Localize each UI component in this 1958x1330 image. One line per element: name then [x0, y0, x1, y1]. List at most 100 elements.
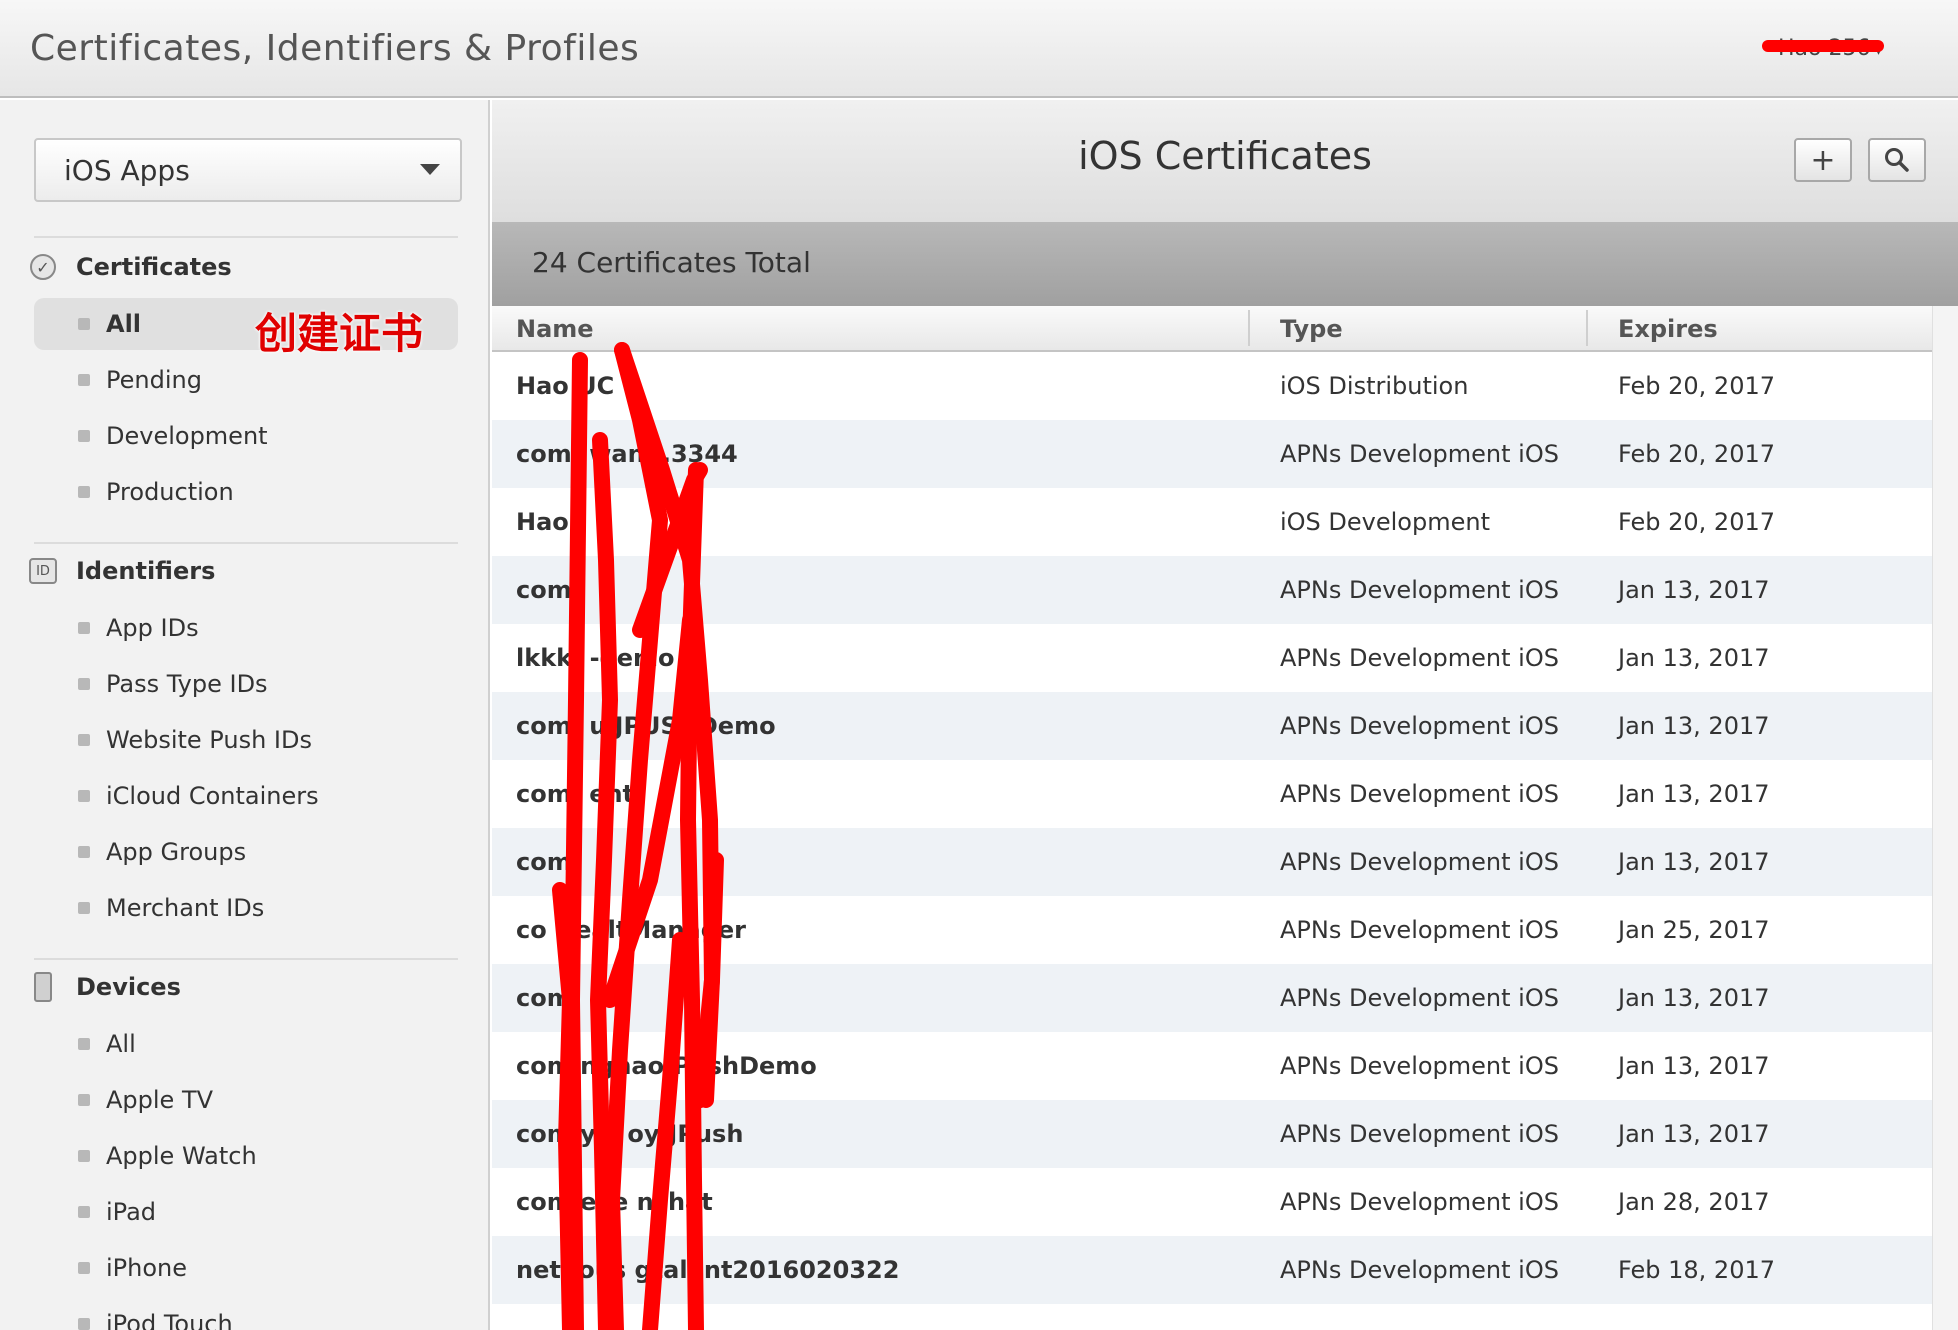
sidebar-item-label: Pass Type IDs	[106, 670, 268, 698]
cell-name: com.	[516, 848, 581, 876]
sidebar-item-app-ids[interactable]: App IDs	[34, 602, 458, 654]
main-content: iOS Certificates + 24 Certificates Total…	[492, 100, 1958, 1330]
cell-expires: Jan 13, 2017	[1618, 644, 1770, 672]
sidebar-item-pending[interactable]: Pending	[34, 354, 458, 406]
sidebar-item-label: App Groups	[106, 838, 247, 866]
cell-expires: Jan 13, 2017	[1618, 1120, 1770, 1148]
bullet-icon	[78, 734, 90, 746]
sidebar-item-apple-tv[interactable]: Apple TV	[34, 1074, 458, 1126]
sidebar-item-label: Development	[106, 422, 268, 450]
cell-name: com y.T oyJJPush	[516, 1120, 744, 1148]
bullet-icon	[78, 846, 90, 858]
sidebar-item-label: Website Push IDs	[106, 726, 312, 754]
table-row[interactable]: co HealtManager APNs Development iOS Jan 2…	[492, 896, 1932, 964]
sidebar-item-production[interactable]: Production	[34, 466, 458, 518]
scrollbar[interactable]	[1932, 306, 1958, 1330]
table-row[interactable]: com. APNs Development iOS Jan 13, 2017	[492, 556, 1932, 624]
cell-expires: Jan 13, 2017	[1618, 848, 1770, 876]
cell-type: APNs Development iOS	[1280, 1188, 1559, 1216]
cell-expires: Jan 13, 2017	[1618, 1052, 1770, 1080]
sidebar-item-apple-watch[interactable]: Apple Watch	[34, 1130, 458, 1182]
cell-expires: Jan 25, 2017	[1618, 916, 1770, 944]
bullet-icon	[78, 374, 90, 386]
top-bar: Certificates, Identifiers & Profiles Hao…	[0, 0, 1958, 98]
sidebar-item-merchant-ids[interactable]: Merchant IDs	[34, 882, 458, 934]
id-icon: ID	[28, 556, 58, 586]
cell-expires: Feb 18, 2017	[1618, 1256, 1775, 1284]
cell-expires: Feb 20, 2017	[1618, 372, 1775, 400]
cell-type: iOS Distribution	[1280, 372, 1469, 400]
table-row[interactable]: com. wang.3344 APNs Development iOS Feb 20…	[492, 420, 1932, 488]
sidebar-item-label: Merchant IDs	[106, 894, 265, 922]
cell-expires: Jan 13, 2017	[1618, 576, 1770, 604]
totals-bar: 24 Certificates Total	[492, 222, 1958, 306]
table-row[interactable]: lkkk. -demo APNs Development iOS Jan 13, 2…	[492, 624, 1932, 692]
certificates-table: Hao UC iOS Distribution Feb 20, 2017 com. w…	[492, 352, 1932, 1304]
table-row[interactable]: com. APNs Development iOS Jan 13, 2017	[492, 828, 1932, 896]
sidebar-item-pass-type-ids[interactable]: Pass Type IDs	[34, 658, 458, 710]
cell-type: APNs Development iOS	[1280, 644, 1559, 672]
sidebar-item-label: Apple TV	[106, 1086, 214, 1114]
table-row[interactable]: com APNs Development iOS Jan 13, 2017	[492, 964, 1932, 1032]
cell-name: lkkk. -demo	[516, 644, 675, 672]
add-button[interactable]: +	[1794, 138, 1852, 182]
section-identifiers[interactable]: ID Identifiers	[28, 556, 215, 586]
sidebar-item-development[interactable]: Development	[34, 410, 458, 462]
sidebar-item-label: App IDs	[106, 614, 199, 642]
table-row[interactable]: Hao iOS Development Feb 20, 2017	[492, 488, 1932, 556]
sidebar-item-ipod-touch[interactable]: iPod Touch	[34, 1298, 458, 1330]
bullet-icon	[78, 430, 90, 442]
cell-expires: Jan 28, 2017	[1618, 1188, 1770, 1216]
sidebar-item-label: iPhone	[106, 1254, 188, 1282]
sidebar-item-label: iPod Touch	[106, 1310, 233, 1330]
cell-type: APNs Development iOS	[1280, 712, 1559, 740]
sidebar-item-ipad[interactable]: iPad	[34, 1186, 458, 1238]
cell-name: com. ent	[516, 780, 635, 808]
sidebar-item-iphone[interactable]: iPhone	[34, 1242, 458, 1294]
device-icon	[28, 972, 58, 1002]
table-row[interactable]: com nghaoJPushDemo APNs Development iOS Ja…	[492, 1032, 1932, 1100]
certificate-icon: ✓	[28, 252, 58, 282]
section-divider	[34, 542, 458, 544]
column-header-expires[interactable]: Expires	[1618, 315, 1718, 343]
sidebar-item-app-groups[interactable]: App Groups	[34, 826, 458, 878]
cell-name: com.	[516, 576, 581, 604]
table-row[interactable]: com. ent APNs Development iOS Jan 13, 2017	[492, 760, 1932, 828]
sidebar-item-label: Apple Watch	[106, 1142, 257, 1170]
search-button[interactable]	[1868, 138, 1926, 182]
table-row[interactable]: com eve nchat APNs Development iOS Jan 28,…	[492, 1168, 1932, 1236]
chevron-down-icon	[420, 164, 440, 175]
bullet-icon	[78, 486, 90, 498]
cell-type: APNs Development iOS	[1280, 1120, 1559, 1148]
section-certificates[interactable]: ✓ Certificates	[28, 252, 232, 282]
bullet-icon	[78, 1206, 90, 1218]
sidebar-item-label: Pending	[106, 366, 202, 394]
cell-expires: Feb 20, 2017	[1618, 508, 1775, 536]
redaction-mark	[1762, 40, 1884, 52]
sidebar-item-label: Production	[106, 478, 234, 506]
bullet-icon	[78, 1150, 90, 1162]
column-header-type[interactable]: Type	[1280, 315, 1343, 343]
bullet-icon	[78, 678, 90, 690]
table-row[interactable]: Hao UC iOS Distribution Feb 20, 2017	[492, 352, 1932, 420]
section-divider	[34, 236, 458, 238]
sidebar-item-icloud-containers[interactable]: iCloud Containers	[34, 770, 458, 822]
cell-name: net. ous gtalent2016020322	[516, 1256, 900, 1284]
platform-select-value: iOS Apps	[64, 153, 190, 187]
sidebar-item-devices-all[interactable]: All	[34, 1018, 458, 1070]
cell-expires: Feb 20, 2017	[1618, 440, 1775, 468]
column-header-name[interactable]: Name	[516, 315, 594, 343]
cell-type: APNs Development iOS	[1280, 916, 1559, 944]
section-title: Identifiers	[76, 557, 216, 585]
table-row[interactable]: net. ous gtalent2016020322 APNs Developme…	[492, 1236, 1932, 1304]
cell-name: com eve nchat	[516, 1188, 713, 1216]
platform-select[interactable]: iOS Apps	[34, 138, 462, 202]
cell-expires: Jan 13, 2017	[1618, 780, 1770, 808]
table-row[interactable]: com y.T oyJJPush APNs Development iOS Jan …	[492, 1100, 1932, 1168]
cell-name: com. uiJPUSHDemo	[516, 712, 776, 740]
cell-name: com. wang.3344	[516, 440, 738, 468]
sidebar: iOS Apps ✓ Certificates All Pending Deve…	[0, 100, 490, 1330]
table-row[interactable]: com. uiJPUSHDemo APNs Development iOS Jan …	[492, 692, 1932, 760]
sidebar-item-website-push-ids[interactable]: Website Push IDs	[34, 714, 458, 766]
section-devices[interactable]: Devices	[28, 972, 181, 1002]
